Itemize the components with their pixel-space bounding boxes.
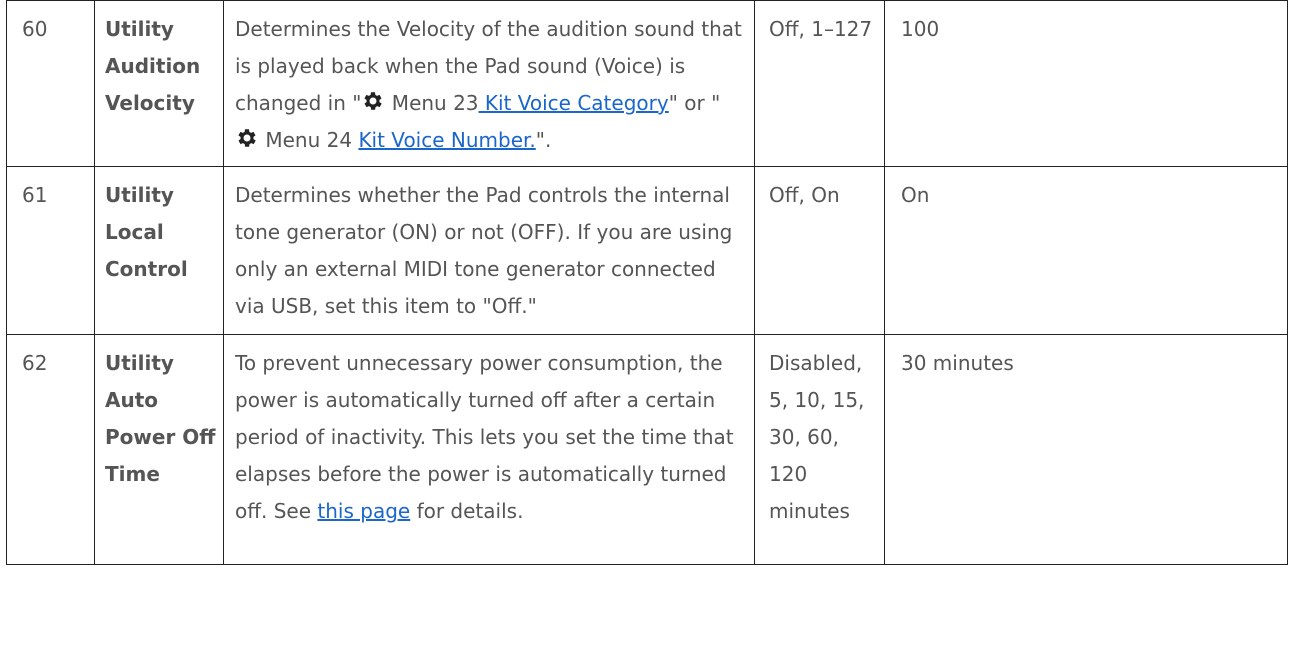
param-default: 100	[884, 0, 1288, 167]
this-page-link[interactable]: this page	[317, 499, 410, 523]
kit-voice-category-link[interactable]: Kit Voice Category	[479, 91, 669, 115]
param-number: 62	[6, 334, 95, 565]
description-text: " or "	[668, 91, 721, 115]
param-description: Determines whether the Pad controls the …	[223, 166, 755, 335]
table-row: 60 Utility Audition Velocity Determines …	[6, 0, 1288, 167]
param-description: To prevent unnecessary power consumption…	[223, 334, 755, 565]
param-number: 61	[6, 166, 95, 335]
param-description: Determines the Velocity of the audition …	[223, 0, 755, 167]
param-number: 60	[6, 0, 95, 167]
param-range: Off, On	[754, 166, 885, 335]
table-row: 62 Utility Auto Power Off Time To preven…	[6, 334, 1288, 565]
kit-voice-number-link[interactable]: Kit Voice Number.	[358, 128, 535, 152]
param-name: Utility Auto Power Off Time	[94, 334, 224, 565]
param-range: Disabled, 5, 10, 15, 30, 60, 120 minutes	[754, 334, 885, 565]
param-name: Utility Local Control	[94, 166, 224, 335]
param-range: Off, 1–127	[754, 0, 885, 167]
gear-icon	[235, 126, 259, 150]
gear-icon	[361, 89, 385, 113]
table-row: 61 Utility Local Control Determines whet…	[6, 166, 1288, 335]
menu-reference: Menu 24	[259, 128, 359, 152]
param-default: On	[884, 166, 1288, 335]
description-text: To prevent unnecessary power consumption…	[235, 351, 734, 523]
description-text: for details.	[410, 499, 524, 523]
param-name: Utility Audition Velocity	[94, 0, 224, 167]
description-text: ".	[535, 128, 552, 152]
menu-reference: Menu 23	[385, 91, 479, 115]
parameter-table: 60 Utility Audition Velocity Determines …	[6, 0, 1288, 565]
param-default: 30 minutes	[884, 334, 1288, 565]
